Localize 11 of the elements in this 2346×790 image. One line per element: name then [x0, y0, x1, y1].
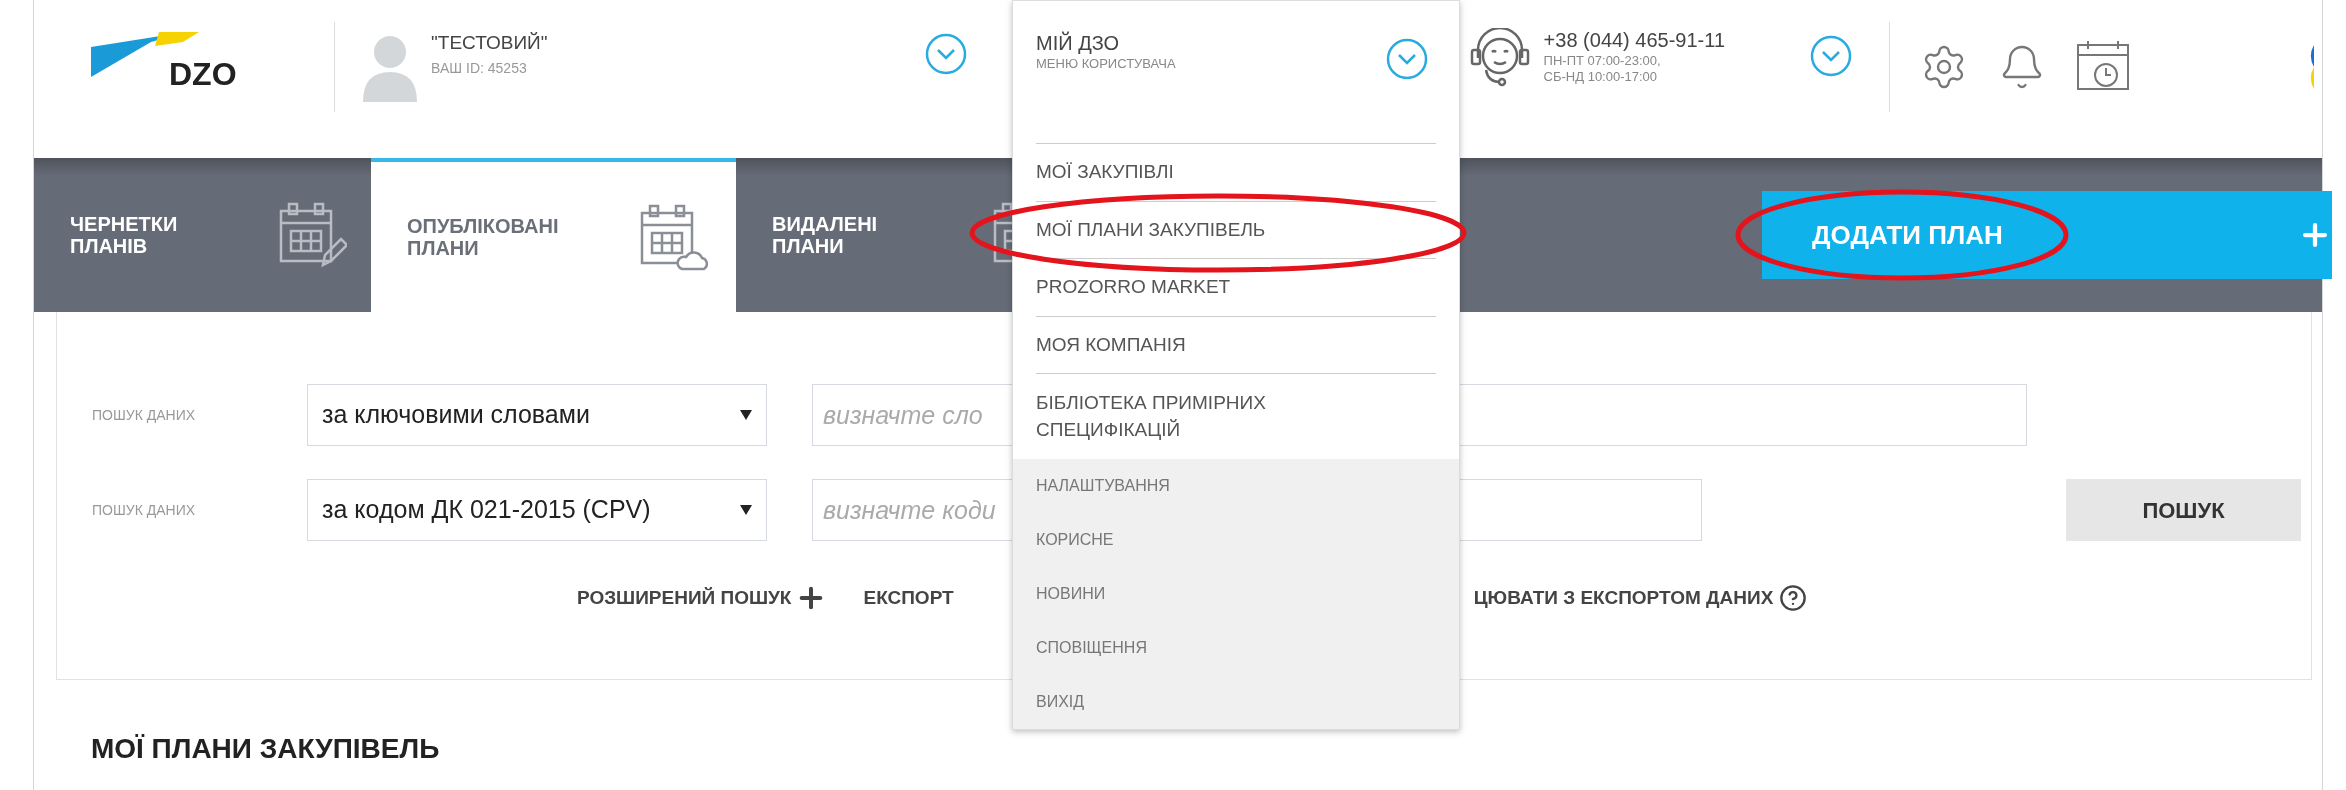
search-label: ПОШУК ДАНИХ — [91, 405, 197, 425]
menu-title: МІЙ ДЗО — [1036, 31, 1121, 56]
search-label: ПОШУК ДАНИХ — [91, 500, 197, 520]
working-hours: СБ-НД 10:00-17:00 — [1543, 69, 1659, 86]
working-hours: ПН-ПТ 07:00-23:00, — [1543, 53, 1662, 70]
phone-number: +38 (044) 465-91-11 — [1543, 28, 1727, 53]
user-name: "ТЕСТОВИЙ" — [431, 31, 549, 56]
logo-text: DZO — [169, 55, 237, 94]
section-heading: МОЇ ПЛАНИ ЗАКУПІВЕЛЬ — [91, 733, 440, 764]
menu-subtitle: МЕНЮ КОРИСТУВАЧА — [1036, 56, 1176, 73]
user-id: ВАШ ID: 45253 — [431, 58, 528, 78]
